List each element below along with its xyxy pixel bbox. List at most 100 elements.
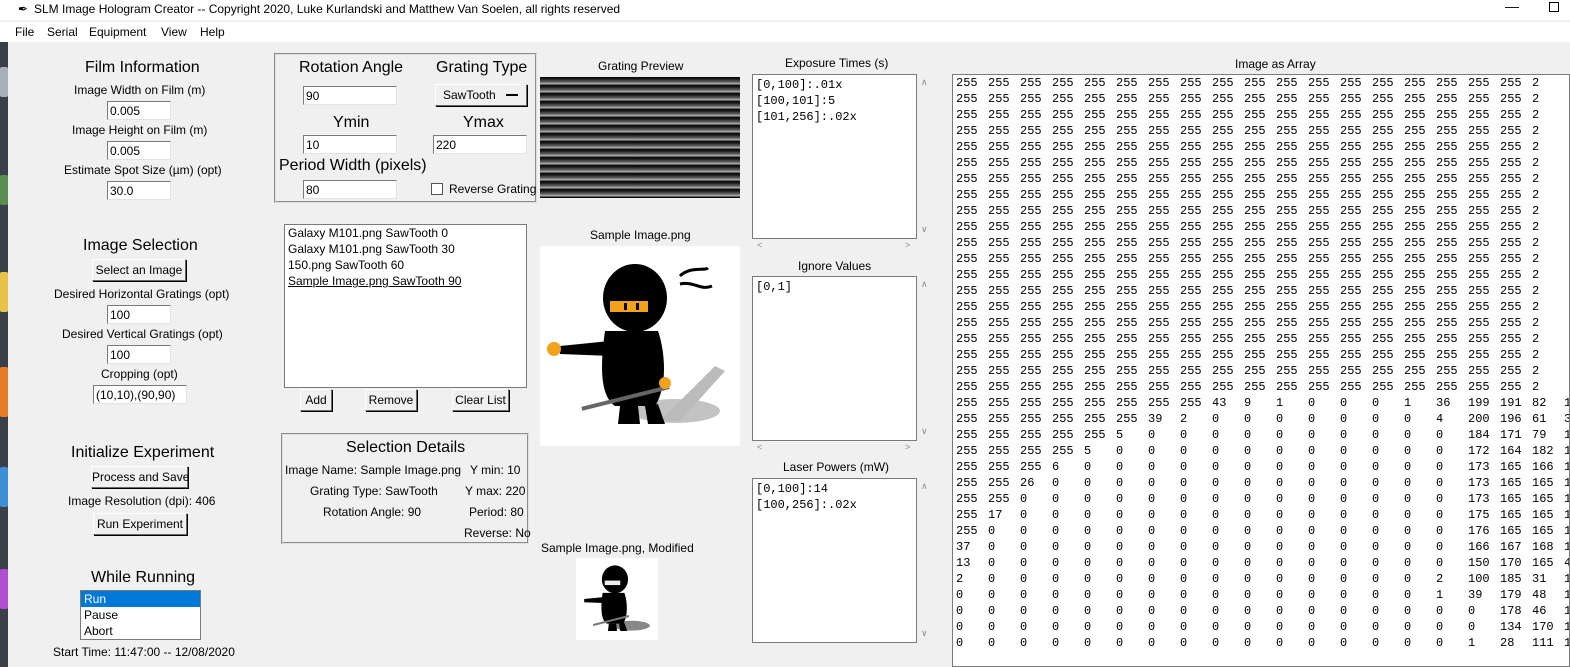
scroll-right-icon[interactable]: > — [905, 442, 910, 452]
array-cell: 0 — [1244, 508, 1252, 522]
array-cell: 0 — [1084, 508, 1092, 522]
array-cell: 255 — [956, 524, 978, 538]
array-cell: 255 — [956, 476, 978, 490]
array-cell: 0 — [1180, 476, 1188, 490]
vertical-gratings-field[interactable]: 100 — [107, 345, 171, 364]
scroll-left-icon[interactable]: < — [757, 240, 762, 250]
scroll-down-icon[interactable]: ∨ — [921, 426, 928, 437]
remove-button[interactable]: Remove — [365, 389, 417, 411]
image-array-text[interactable]: 255 255 255 255 255 255 255 255 255 255 255 255 255 2… — [952, 74, 1570, 667]
array-cell: 0 — [1116, 524, 1124, 538]
menu-file[interactable]: File — [15, 25, 34, 39]
add-button[interactable]: Add — [300, 389, 332, 411]
scroll-up-icon[interactable]: ∧ — [921, 481, 928, 492]
select-image-button[interactable]: Select an Image — [92, 259, 186, 281]
while-running-header: While Running — [91, 569, 196, 586]
array-cell: 0 — [1180, 508, 1188, 522]
array-cell: 255 — [1308, 380, 1330, 394]
array-cell: 255 — [1468, 284, 1490, 298]
array-cell: 0 — [1308, 524, 1316, 538]
laser-powers-text[interactable]: [0,100]:14 [100,256]:.02x — [752, 478, 917, 643]
array-cell: 0 — [1148, 444, 1156, 458]
ignore-hscrollbar[interactable]: < > — [752, 441, 917, 457]
array-cell: 255 — [1180, 204, 1202, 218]
array-cell: 0 — [1308, 540, 1316, 554]
period-width-field[interactable]: 80 — [303, 180, 397, 199]
array-cell: 0 — [1052, 508, 1060, 522]
pause-option[interactable]: Pause — [81, 607, 200, 623]
array-cell: 0 — [956, 620, 964, 634]
process-and-save-button[interactable]: Process and Save — [91, 466, 189, 488]
array-row: 37 0 0 0 0 0 0 0 0 0 0 0 0 0 0 0 166 167 168 1 — [953, 539, 1569, 555]
scroll-down-icon[interactable]: ∨ — [921, 628, 928, 639]
array-cell: 0 — [1340, 460, 1348, 474]
array-cell: 165 — [1532, 556, 1554, 570]
maximize-button[interactable] — [1549, 2, 1559, 12]
rotation-angle-field[interactable]: 90 — [303, 86, 397, 105]
array-cell: 111 — [1532, 636, 1554, 650]
laser-vscrollbar[interactable]: ∧ ∨ — [917, 478, 934, 643]
run-control-list[interactable]: Run Pause Abort — [80, 590, 201, 640]
array-cell: 255 — [1372, 332, 1394, 346]
array-cell: 255 — [1244, 364, 1266, 378]
array-cell: 179 — [1500, 588, 1522, 602]
menu-view[interactable]: View — [161, 25, 187, 39]
horizontal-gratings-field[interactable]: 100 — [107, 305, 171, 324]
run-option[interactable]: Run — [81, 591, 200, 607]
array-cell: 255 — [1308, 252, 1330, 266]
array-cell: 255 — [1052, 220, 1074, 234]
spot-size-field[interactable]: 30.0 — [107, 181, 171, 200]
array-cell: 255 — [1372, 348, 1394, 362]
array-cell: 255 — [1436, 140, 1458, 154]
array-cell: 0 — [1020, 540, 1028, 554]
menu-help[interactable]: Help — [200, 25, 225, 39]
array-cell: 255 — [1404, 268, 1426, 282]
array-cell: 165 — [1532, 492, 1554, 506]
image-width-field[interactable]: 0.005 — [107, 101, 171, 120]
image-queue-item[interactable]: 150.png SawTooth 60 — [285, 257, 526, 273]
run-experiment-button[interactable]: Run Experiment — [93, 513, 187, 535]
image-queue-item[interactable]: Galaxy M101.png SawTooth 0 — [285, 225, 526, 241]
array-cell: 0 — [1084, 460, 1092, 474]
abort-option[interactable]: Abort — [81, 623, 200, 639]
image-queue-item-active[interactable]: Sample Image.png SawTooth 90 — [285, 273, 526, 289]
array-cell: 0 — [1116, 492, 1124, 506]
array-cell: 0 — [1116, 460, 1124, 474]
ymax-field[interactable]: 220 — [433, 135, 527, 154]
scroll-up-icon[interactable]: ∧ — [921, 279, 928, 290]
ignore-vscrollbar[interactable]: ∧ ∨ — [917, 276, 934, 441]
ymin-field[interactable]: 10 — [303, 135, 397, 154]
cropping-field[interactable]: (10,10),(90,90) — [93, 385, 187, 404]
exposure-vscrollbar[interactable]: ∧ ∨ — [917, 74, 934, 239]
array-cell: 0 — [1148, 636, 1156, 650]
grating-type-dropdown[interactable]: SawTooth — [435, 84, 527, 106]
minimize-button[interactable]: — — [1505, 0, 1519, 14]
array-cell: 0 — [1404, 588, 1412, 602]
array-cell: 255 — [1052, 412, 1074, 426]
array-cell: 0 — [1340, 572, 1348, 586]
menu-serial[interactable]: Serial — [47, 25, 78, 39]
array-cell: 255 — [1372, 316, 1394, 330]
exposure-times-text[interactable]: [0,100]:.01x [100,101]:5 [101,256]:.02x — [752, 74, 917, 239]
reverse-grating-checkbox[interactable] — [431, 183, 443, 195]
array-cell: 0 — [1020, 588, 1028, 602]
menu-equipment[interactable]: Equipment — [89, 25, 146, 39]
array-cell: 39 — [1148, 412, 1163, 426]
scroll-up-icon[interactable]: ∧ — [921, 77, 928, 88]
array-cell: 255 — [1468, 76, 1490, 90]
image-height-field[interactable]: 0.005 — [107, 141, 171, 160]
array-cell: 255 — [1276, 188, 1298, 202]
array-cell: 255 — [1308, 108, 1330, 122]
array-cell: 255 — [1244, 316, 1266, 330]
scroll-down-icon[interactable]: ∨ — [921, 224, 928, 235]
exposure-hscrollbar[interactable]: < > — [752, 239, 917, 255]
image-queue-list[interactable]: Galaxy M101.png SawTooth 0 Galaxy M101.p… — [284, 224, 527, 388]
clear-list-button[interactable]: Clear List — [452, 389, 509, 411]
array-cell: 255 — [1308, 316, 1330, 330]
array-cell: 255 — [1436, 380, 1458, 394]
ignore-values-text[interactable]: [0,1] — [752, 276, 917, 441]
scroll-left-icon[interactable]: < — [757, 442, 762, 452]
image-queue-item[interactable]: Galaxy M101.png SawTooth 30 — [285, 241, 526, 257]
scroll-right-icon[interactable]: > — [905, 240, 910, 250]
array-cell: 1 — [1564, 524, 1569, 538]
